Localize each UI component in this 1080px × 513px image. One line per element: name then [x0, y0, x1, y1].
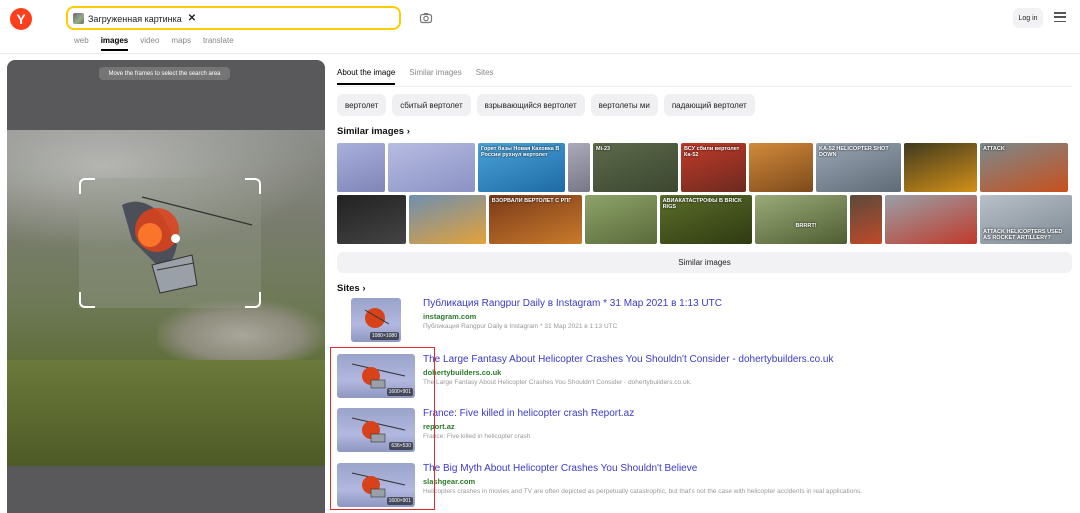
similar-image-tile[interactable] [850, 195, 883, 244]
similar-image-tile[interactable]: ВСУ сбили вертолет Ка-52 [681, 143, 746, 192]
tab-about-image[interactable]: About the image [337, 68, 396, 85]
crop-corner-top-left[interactable] [79, 178, 95, 194]
tab-web[interactable]: web [74, 36, 89, 51]
site-result-domain[interactable]: instagram.com [423, 312, 476, 321]
site-result-title[interactable]: France: Five killed in helicopter crash … [423, 408, 634, 419]
site-thumbnail[interactable]: 1080×1080 [351, 298, 401, 342]
similar-image-tile[interactable] [584, 195, 657, 244]
similar-image-tile[interactable] [408, 195, 486, 244]
tab-sites[interactable]: Sites [476, 68, 494, 85]
helicopter-image [122, 196, 253, 294]
tab-similar-images[interactable]: Similar images [409, 68, 461, 85]
header-divider [0, 53, 1080, 54]
search-type-tabs: web images video maps translate [74, 36, 234, 51]
similar-image-tile[interactable] [904, 143, 977, 192]
menu-icon[interactable] [1054, 12, 1066, 22]
crop-corner-bottom-right[interactable] [245, 292, 261, 308]
site-result-snippet: Helicopters crashes in movies and TV are… [423, 488, 863, 495]
image-preview-panel: Move the frames to select the search are… [7, 60, 325, 513]
site-result: 1600×901 The Big Myth About Helicopter C… [337, 463, 1072, 513]
login-button[interactable]: Log in [1013, 8, 1043, 28]
similar-image-tile[interactable] [337, 195, 406, 244]
tag-pill[interactable]: взрывающийся вертолет [476, 94, 585, 116]
site-result-title[interactable]: The Large Fantasy About Helicopter Crash… [423, 354, 833, 365]
site-result-snippet: France: Five killed in helicopter crash [423, 433, 531, 440]
site-result: 1600×901 The Large Fantasy About Helicop… [337, 354, 1072, 406]
site-result-title[interactable]: Публикация Rangpur Daily в Instagram * 3… [423, 298, 722, 309]
crop-center-handle[interactable] [171, 234, 180, 243]
camera-search-icon[interactable] [419, 11, 433, 25]
similar-images-heading[interactable]: Similar images › [337, 126, 410, 137]
crop-corner-bottom-left[interactable] [79, 292, 95, 308]
similar-image-tile[interactable]: ВЗОРВАЛИ ВЕРТОЛЕТ С РПГ [488, 195, 582, 244]
similar-image-tile[interactable] [568, 143, 590, 192]
site-result: 1080×1080 Публикация Rangpur Daily в Ins… [337, 298, 1072, 350]
similar-images-grid: Горят базы Новая Каховка В России рухнул… [337, 143, 1073, 247]
tab-video[interactable]: video [140, 36, 159, 51]
site-result-snippet: The Large Fantasy About Helicopter Crash… [423, 379, 692, 386]
tag-pill[interactable]: сбитый вертолет [392, 94, 471, 116]
similar-image-tile[interactable]: ATTACK HELICOPTERS USED AS ROCKET ARTILL… [980, 195, 1073, 244]
tab-maps[interactable]: maps [171, 36, 191, 51]
similar-image-tile[interactable]: KA-52 HELICOPTER SHOT DOWN [816, 143, 901, 192]
tabs-divider [337, 86, 1072, 87]
uploaded-image-thumbnail [73, 13, 84, 24]
uploaded-image-chip[interactable]: Загруженная картинка ✕ [73, 11, 196, 26]
uploaded-image-label: Загруженная картинка [88, 13, 182, 24]
similar-image-tile[interactable]: АВИАКАТАСТРОФЫ В BRICK RIGS [659, 195, 753, 244]
similar-image-tile[interactable] [885, 195, 978, 244]
tab-images[interactable]: images [100, 36, 129, 51]
highlight-box [330, 347, 435, 510]
result-tabs: About the image Similar images Sites [337, 68, 494, 85]
crop-corner-top-right[interactable] [245, 178, 261, 194]
site-result: 636×530 France: Five killed in helicopte… [337, 408, 1072, 460]
tag-pill[interactable]: вертолеты ми [590, 94, 658, 116]
tab-translate[interactable]: translate [203, 36, 234, 51]
similar-image-tile[interactable] [337, 143, 385, 192]
similar-images-button[interactable]: Similar images [337, 252, 1072, 273]
tag-pill[interactable]: вертолет [337, 94, 387, 116]
similar-image-tile[interactable]: Mi-23 [593, 143, 678, 192]
tag-pills: вертолет сбитый вертолет взрывающийся ве… [337, 94, 755, 116]
site-result-snippet: Публикация Rangpur Daily в Instagram * 3… [423, 323, 618, 330]
crop-hint: Move the frames to select the search are… [99, 67, 230, 80]
similar-image-tile[interactable] [388, 143, 475, 192]
site-result-title[interactable]: The Big Myth About Helicopter Crashes Yo… [423, 463, 697, 474]
similar-image-tile[interactable] [749, 143, 813, 192]
tag-pill[interactable]: падающий вертолет [663, 94, 755, 116]
similar-image-tile[interactable]: BRRRT! [755, 195, 848, 244]
yandex-logo[interactable]: Y [10, 8, 32, 30]
similar-image-tile[interactable]: Горят базы Новая Каховка В России рухнул… [478, 143, 565, 192]
search-input[interactable]: Загруженная картинка ✕ [66, 6, 401, 30]
remove-image-icon[interactable]: ✕ [188, 13, 196, 24]
similar-image-tile[interactable]: ATTACK [980, 143, 1068, 192]
sites-heading[interactable]: Sites › [337, 283, 366, 294]
